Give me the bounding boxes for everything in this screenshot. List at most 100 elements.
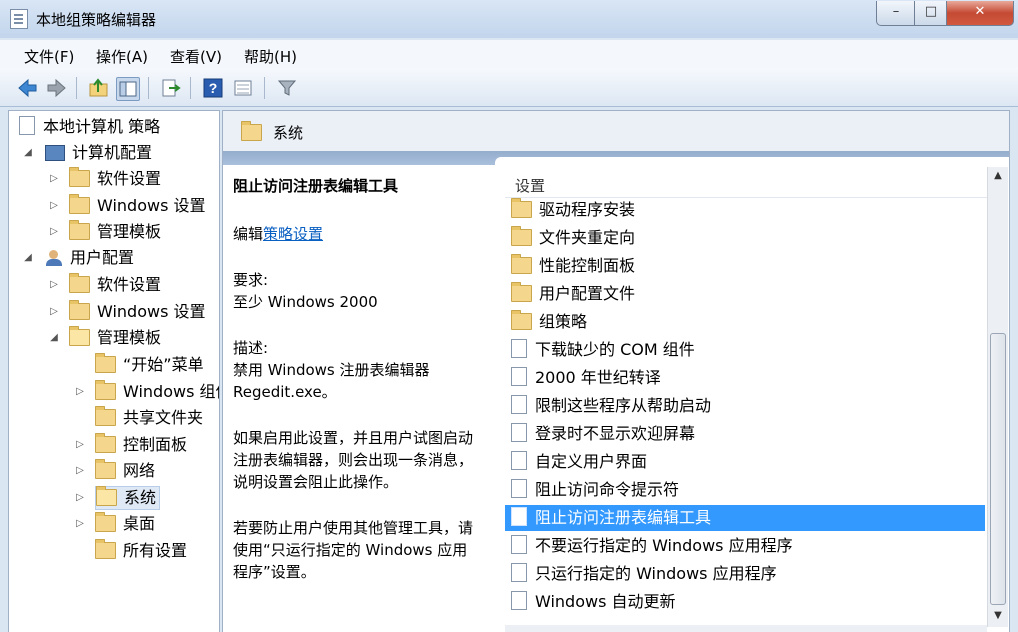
forward-arrow-icon[interactable] [46,77,68,99]
list-item-setting[interactable]: 登录时不显示欢迎屏幕 [505,421,985,447]
all-settings-folder-icon [95,539,116,559]
list-item-label: 用户配置文件 [539,284,636,303]
tree-label: Windows 组件 [123,382,219,401]
collapsed-arrow-icon[interactable]: ▷ [49,220,59,244]
description-line: 说明设置会阻止此操作。 [233,473,399,491]
close-button[interactable]: ✕ [946,1,1014,26]
list-item-setting[interactable]: 2000 年世纪转译 [505,365,985,391]
description-line: 使用“只运行指定的 Windows 应用 [233,541,468,559]
scrollbar-thumb[interactable] [990,333,1006,605]
tree-root[interactable]: 本地计算机 策略 [19,115,160,139]
toolbar-separator [190,77,191,99]
collapsed-arrow-icon[interactable]: ▷ [75,486,85,510]
list-item-label: 2000 年世纪转译 [535,368,661,387]
open-folder-icon [96,486,117,506]
tree-label: 桌面 [123,514,156,533]
list-item-setting[interactable]: 只运行指定的 Windows 应用程序 [505,561,985,587]
expanded-arrow-icon[interactable]: ◢ [23,141,33,165]
policy-setting-icon [511,479,527,498]
window-title: 本地组策略编辑器 [36,11,157,29]
folder-icon [95,459,116,479]
expanded-arrow-icon[interactable]: ◢ [49,326,59,350]
list-item-folder[interactable]: 用户配置文件 [505,281,985,307]
collapsed-arrow-icon[interactable]: ▷ [75,380,85,404]
list-item-label: 不要运行指定的 Windows 应用程序 [535,536,793,555]
list-item-setting[interactable]: 下载缺少的 COM 组件 [505,337,985,363]
folder-icon [511,254,532,274]
list-item-setting[interactable]: 自定义用户界面 [505,449,985,475]
details-pane: 系统 阻止访问注册表编辑工具 编辑策略设置 要求: 至少 Windows 200… [222,110,1010,632]
collapsed-arrow-icon[interactable]: ▷ [49,300,59,324]
collapsed-arrow-icon[interactable]: ▷ [75,433,85,457]
policy-setting-icon [511,339,527,358]
list-item-label: 文件夹重定向 [539,228,636,247]
tree-label: 网络 [123,461,156,480]
folder-icon [69,220,90,240]
scroll-up-arrow-icon[interactable]: ▲ [988,167,1008,185]
view-icon[interactable] [232,77,254,99]
collapsed-arrow-icon[interactable]: ▷ [49,273,59,297]
list-item-setting[interactable]: 不要运行指定的 Windows 应用程序 [505,533,985,559]
list-item-setting[interactable]: Windows 自动更新 [505,589,985,615]
horizontal-scrollbar[interactable] [505,625,987,632]
tree-root-label: 本地计算机 策略 [43,117,161,136]
help-icon[interactable]: ? [202,77,224,99]
list-item-folder[interactable]: 文件夹重定向 [505,225,985,251]
policy-setting-icon [511,395,527,414]
menu-bar: 文件(F) 操作(A) 查看(V) 帮助(H) [0,40,1018,68]
tree-label: “开始”菜单 [123,355,204,374]
policy-setting-icon [511,563,527,582]
menu-help[interactable]: 帮助(H) [244,46,297,67]
list-item-folder[interactable]: 组策略 [505,309,985,335]
collapsed-arrow-icon[interactable]: ▷ [75,459,85,483]
header-band-decoration [223,151,1009,165]
list-item-label: 性能控制面板 [539,256,636,275]
list-item-folder[interactable]: 性能控制面板 [505,253,985,279]
back-arrow-icon[interactable] [16,77,38,99]
column-header-label: 设置 [515,177,546,195]
list-item-label: 阻止访问注册表编辑工具 [535,508,712,527]
folder-icon [511,310,532,330]
column-header-settings[interactable]: 设置 [505,171,987,198]
menu-file[interactable]: 文件(F) [24,46,74,67]
up-folder-icon[interactable] [88,77,110,99]
tree-user-label: 用户配置 [70,248,135,267]
list-item-label: Windows 自动更新 [535,592,676,611]
tree-label: 管理模板 [97,222,162,241]
filter-icon[interactable] [276,77,298,99]
list-item-label: 组策略 [539,312,588,331]
requirements-value: 至少 Windows 2000 [233,293,378,311]
maximize-button[interactable]: □ [914,1,948,26]
description-panel: 阻止访问注册表编辑工具 编辑策略设置 要求: 至少 Windows 2000 描… [223,165,495,632]
title-bar[interactable]: 本地组策略编辑器 – □ ✕ [0,0,1018,38]
list-item-setting[interactable]: 阻止访问命令提示符 [505,477,985,503]
collapsed-arrow-icon[interactable]: ▷ [75,512,85,536]
edit-policy-link[interactable]: 策略设置 [263,225,323,243]
policy-setting-icon [511,591,527,610]
export-list-icon[interactable] [160,77,182,99]
description-title: 阻止访问注册表编辑工具 [233,177,399,195]
list-item-folder[interactable]: 驱动程序安装 [505,197,985,223]
tree-label: 所有设置 [123,541,188,560]
list-item-label: 阻止访问命令提示符 [535,480,680,499]
collapsed-arrow-icon[interactable]: ▷ [49,194,59,218]
policy-setting-icon [511,451,527,470]
list-item-setting-selected[interactable]: 阻止访问注册表编辑工具 [505,505,985,531]
scroll-down-arrow-icon[interactable]: ▼ [988,607,1008,625]
policy-doc-icon [19,116,35,135]
list-item-label: 限制这些程序从帮助启动 [535,396,712,415]
expanded-arrow-icon[interactable]: ◢ [23,246,33,270]
menu-view[interactable]: 查看(V) [170,46,222,67]
details-header: 系统 [223,111,1009,151]
minimize-button[interactable]: – [876,1,916,26]
collapsed-arrow-icon[interactable]: ▷ [49,167,59,191]
tree-label: 软件设置 [97,275,162,294]
list-item-setting[interactable]: 限制这些程序从帮助启动 [505,393,985,419]
gpedit-app-icon [10,9,28,29]
navigation-tree[interactable]: 本地计算机 策略 ◢ 计算机配置 ▷ 软件设置 ▷ Windows 设置 ▷ 管… [8,110,220,632]
folder-icon [95,512,116,532]
vertical-scrollbar[interactable]: ▲ ▼ [987,167,1008,627]
tree-label: 共享文件夹 [123,408,204,427]
show-hide-tree-icon[interactable] [116,77,140,101]
menu-action[interactable]: 操作(A) [96,46,148,67]
